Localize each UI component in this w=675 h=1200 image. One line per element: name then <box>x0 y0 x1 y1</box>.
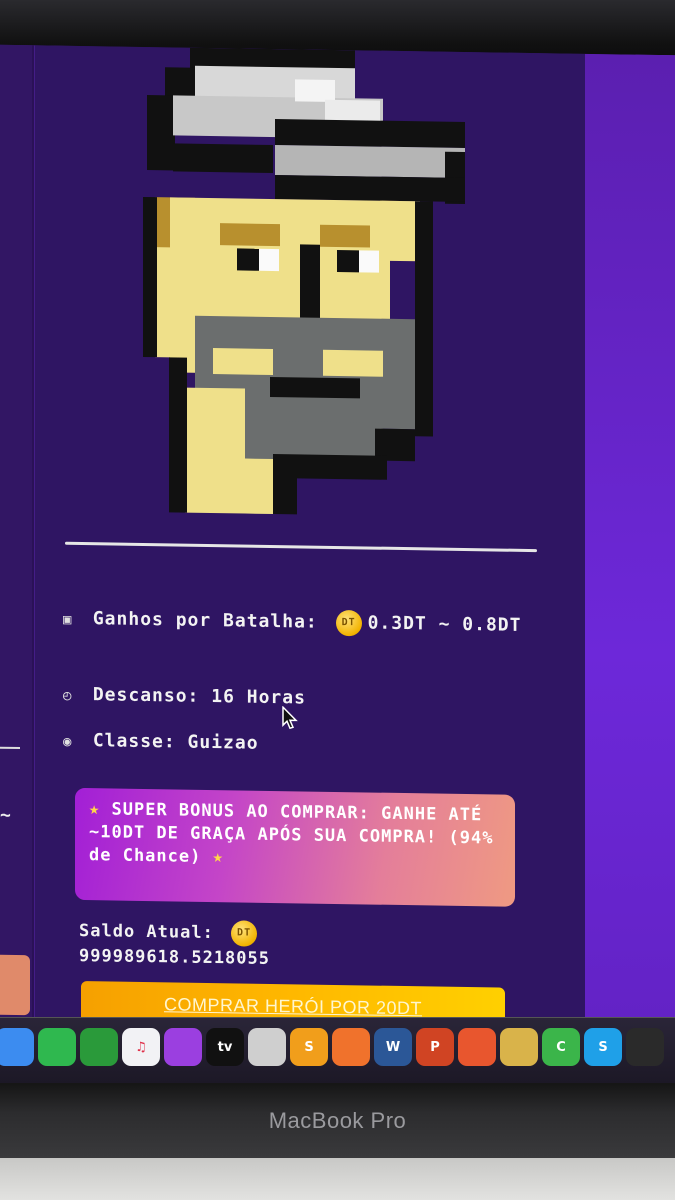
right-panel <box>585 53 675 1056</box>
descanso-label: Descanso: <box>92 684 200 707</box>
dock-devtools-icon[interactable] <box>626 1028 664 1066</box>
dock-skype-icon[interactable]: S <box>584 1028 622 1066</box>
macos-dock: ♫ tv S W P C S <box>0 1017 675 1084</box>
left-hero-card-edge: ~ <box>0 44 34 1026</box>
hero-avatar <box>125 47 465 522</box>
dock-books-icon[interactable] <box>332 1028 370 1066</box>
dock-sublime-icon[interactable]: S <box>290 1028 328 1066</box>
hero-pixel-art <box>143 47 465 515</box>
dock-powerpoint-icon[interactable]: P <box>416 1028 454 1066</box>
class-icon: ◉ <box>63 733 73 750</box>
mouse-cursor-icon <box>282 706 298 730</box>
hero-card: ▣ Ganhos por Batalha: DT 0.3DT ~ 0.8DT ◴ … <box>35 45 585 1054</box>
left-card-tilde: ~ <box>0 804 11 826</box>
card-divider <box>65 541 537 553</box>
ganhos-row: ▣ Ganhos por Batalha: DT 0.3DT ~ 0.8DT <box>63 606 543 640</box>
saldo-value: 999989618.5218055 <box>79 945 270 969</box>
bonus-text: SUPER BONUS AO COMPRAR: GANHE ATÉ ~10DT … <box>89 799 494 867</box>
left-card-divider <box>0 746 20 750</box>
dock-camtasia-icon[interactable]: C <box>542 1028 580 1066</box>
dock-music-icon[interactable]: ♫ <box>122 1028 160 1066</box>
dock-word-icon[interactable]: W <box>374 1028 412 1066</box>
ganhos-value: 0.3DT ~ 0.8DT <box>367 612 522 636</box>
descanso-row: ◴ Descanso: 16 Horas <box>63 684 306 709</box>
dt-coin-icon: DT <box>335 609 362 637</box>
dock-safari-icon[interactable] <box>458 1028 496 1066</box>
dock-facetime-icon[interactable] <box>80 1028 118 1066</box>
money-icon: ▣ <box>63 611 73 628</box>
star-icon: ★ <box>89 799 101 820</box>
macbook-brand-label: MacBook Pro <box>268 1108 407 1133</box>
dt-coin-icon: DT <box>231 920 258 947</box>
desk-surface <box>0 1158 675 1200</box>
star-icon: ★ <box>212 847 224 868</box>
dock-apple-tv-icon[interactable]: tv <box>206 1028 244 1066</box>
clock-icon: ◴ <box>63 687 73 704</box>
classe-label: Classe: <box>92 730 176 753</box>
super-bonus-banner: ★ SUPER BONUS AO COMPRAR: GANHE ATÉ ~10D… <box>75 787 515 907</box>
dock-finder-icon[interactable] <box>0 1028 34 1066</box>
saldo-label: Saldo Atual: <box>79 920 214 944</box>
ganhos-label: Ganhos por Batalha: <box>92 608 318 633</box>
left-card-buy-button-edge[interactable] <box>0 954 30 1016</box>
dock-messages-icon[interactable] <box>38 1028 76 1066</box>
screen: ~ ▣ Ganhos por Batalha: DT 0.3DT ~ 0.8DT… <box>0 44 675 1066</box>
descanso-value: 16 Horas <box>211 686 306 709</box>
classe-value: Guizao <box>187 731 259 754</box>
dock-preview-icon[interactable] <box>248 1028 286 1066</box>
saldo-atual: Saldo Atual: DT 999989618.5218055 <box>79 918 270 971</box>
dock-podcasts-icon[interactable] <box>164 1028 202 1066</box>
classe-row: ◉ Classe: Guizao <box>63 730 259 754</box>
dock-archive-icon[interactable] <box>500 1028 538 1066</box>
